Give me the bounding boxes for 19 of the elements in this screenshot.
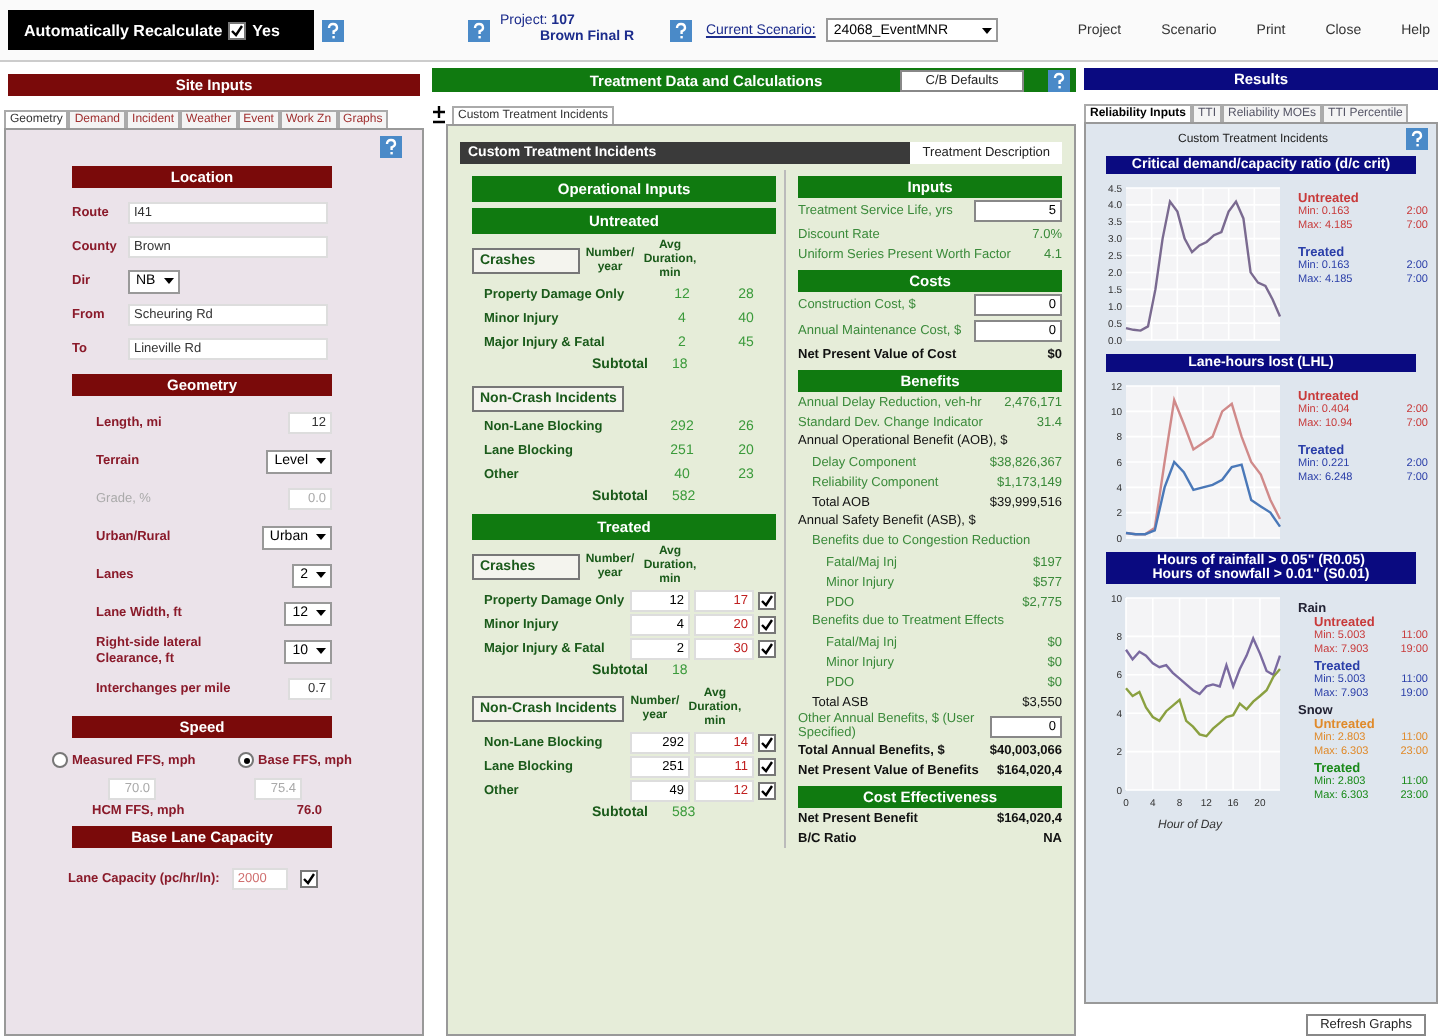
checkbox[interactable]	[758, 591, 776, 609]
radio-button[interactable]	[238, 752, 255, 768]
recalculate-value: Yes	[252, 21, 280, 39]
help-icon[interactable]	[669, 19, 692, 41]
recalculate-label: Automatically Recalculate	[24, 21, 223, 39]
help-icon[interactable]	[321, 19, 344, 41]
help-icon[interactable]	[467, 19, 490, 41]
checkbox[interactable]	[758, 757, 776, 775]
checkbox[interactable]	[758, 615, 776, 633]
checkbox[interactable]	[299, 870, 318, 888]
help-icon[interactable]	[1406, 128, 1428, 150]
checkbox[interactable]	[758, 639, 776, 657]
radio-button[interactable]	[52, 752, 68, 768]
checkbox[interactable]	[228, 21, 247, 39]
checkbox[interactable]	[758, 781, 776, 799]
expand-icon[interactable]	[432, 106, 446, 124]
help-icon[interactable]	[380, 136, 402, 158]
help-icon[interactable]	[1048, 69, 1070, 91]
checkbox[interactable]	[758, 733, 776, 751]
